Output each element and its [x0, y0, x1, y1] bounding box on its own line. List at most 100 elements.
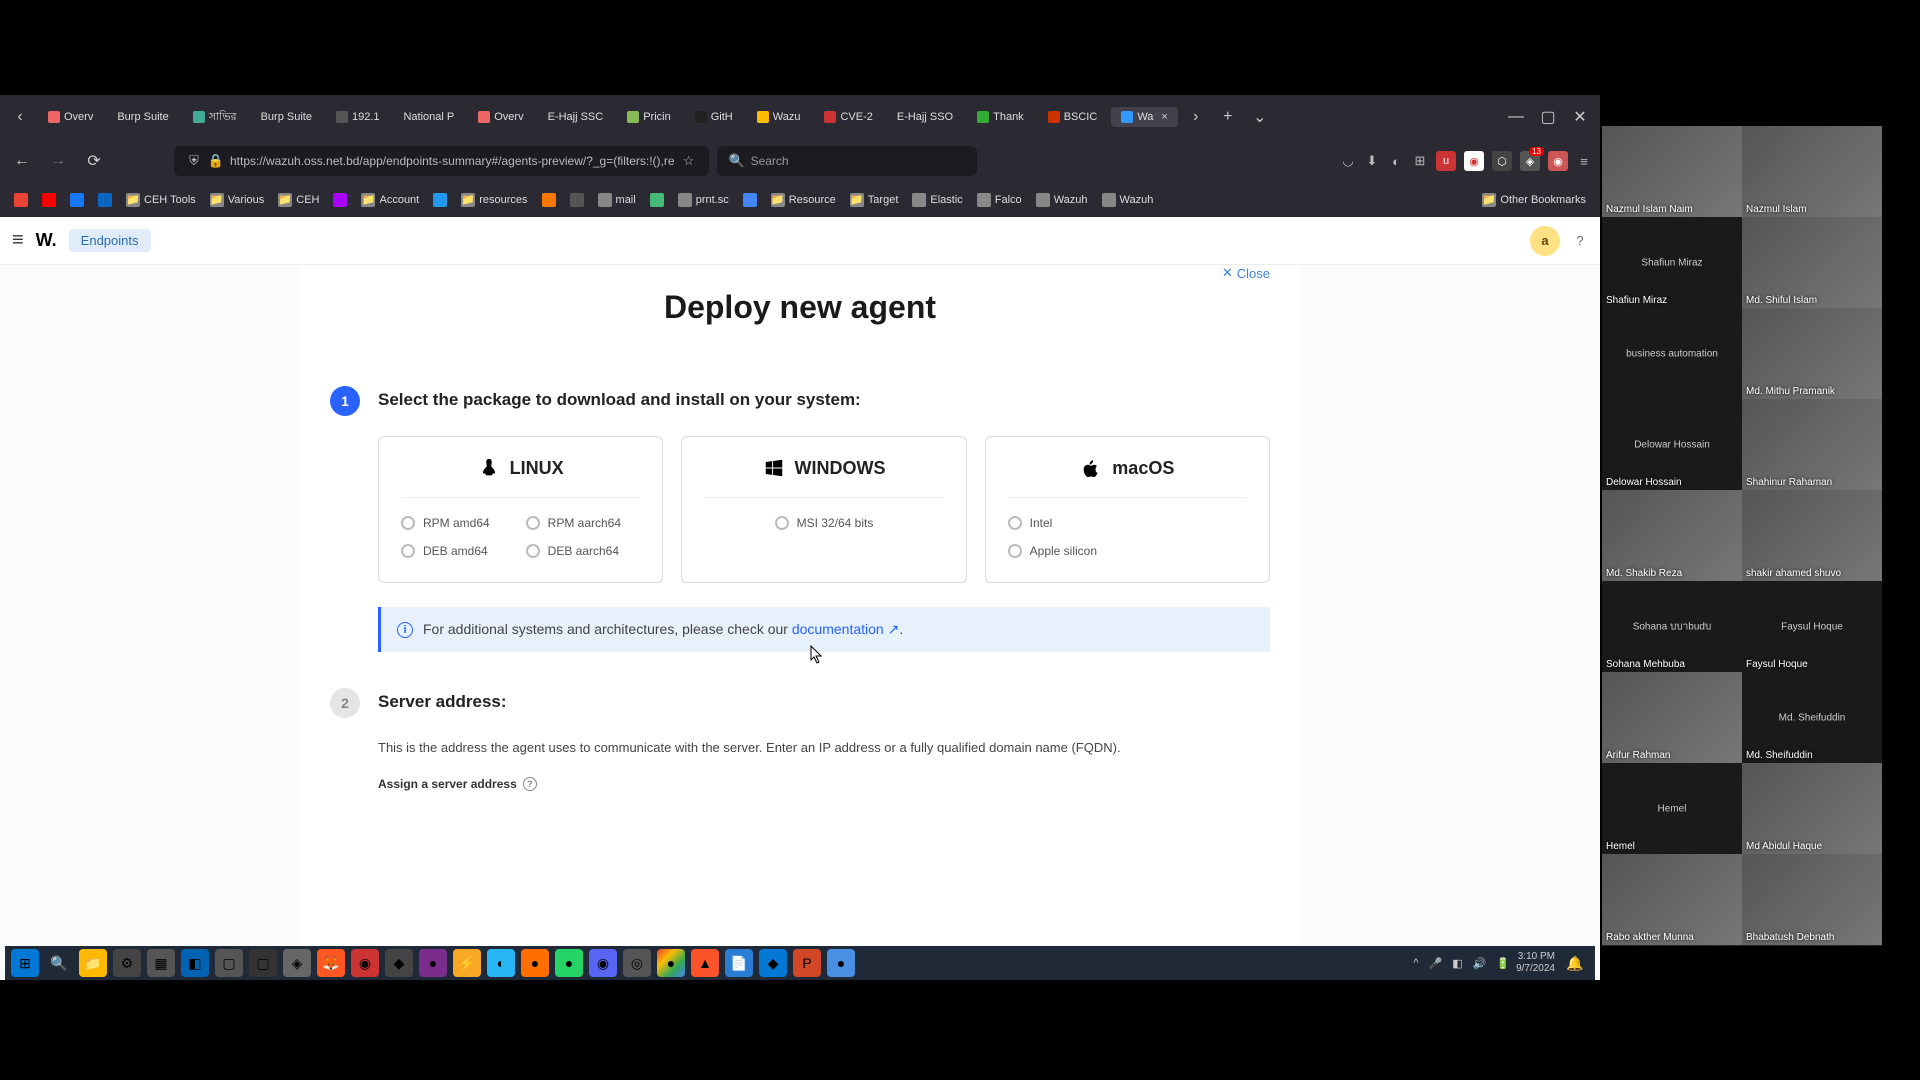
tray-icon[interactable]: ◧: [1452, 957, 1462, 970]
bookmark[interactable]: [94, 191, 116, 209]
app-icon[interactable]: ◆: [759, 949, 787, 977]
maximize-button[interactable]: ▢: [1534, 103, 1562, 131]
participant-tile[interactable]: Rabo akther Munna: [1602, 854, 1742, 945]
ext-icon[interactable]: ⬡: [1492, 151, 1512, 171]
browser-tab[interactable]: Thank: [967, 107, 1034, 127]
radio-apple-silicon[interactable]: Apple silicon: [1008, 544, 1247, 558]
clock[interactable]: 3:10 PM 9/7/2024: [1516, 951, 1555, 975]
bookmark-folder[interactable]: 📁CEH Tools: [122, 191, 200, 209]
minimize-button[interactable]: —: [1502, 103, 1530, 131]
close-link[interactable]: ✕ Close: [1222, 265, 1270, 281]
menu-toggle-icon[interactable]: ≡: [12, 229, 24, 252]
bookmark[interactable]: mail: [594, 191, 640, 209]
explorer-icon[interactable]: 📁: [79, 949, 107, 977]
app-icon[interactable]: ▦: [147, 949, 175, 977]
app-icon[interactable]: ●: [827, 949, 855, 977]
close-window-button[interactable]: ✕: [1566, 103, 1594, 131]
search-button[interactable]: 🔍: [45, 949, 73, 977]
participant-tile[interactable]: Md. Shiful Islam: [1742, 217, 1882, 308]
radio-intel[interactable]: Intel: [1008, 516, 1247, 530]
participant-tile[interactable]: Md. Shakib Reza: [1602, 490, 1742, 581]
help-icon[interactable]: ?: [1572, 233, 1588, 249]
app-icon[interactable]: 📄: [725, 949, 753, 977]
bookmark[interactable]: [429, 191, 451, 209]
app-icon[interactable]: ◉: [351, 949, 379, 977]
browser-tab[interactable]: সাভির: [183, 104, 247, 131]
downloads-icon[interactable]: ⬇: [1364, 153, 1380, 169]
browser-tab[interactable]: Burp Suite: [251, 107, 322, 127]
participant-tile[interactable]: Arifur Rahman: [1602, 672, 1742, 763]
radio-msi[interactable]: MSI 32/64 bits: [775, 516, 874, 530]
bookmark-folder[interactable]: 📁Target: [846, 191, 903, 209]
ublock-icon[interactable]: u: [1436, 151, 1456, 171]
ext-icon[interactable]: ◉: [1464, 151, 1484, 171]
app-icon[interactable]: ◐: [487, 949, 515, 977]
participant-tile[interactable]: business automation: [1602, 308, 1742, 399]
radio-deb-aarch64[interactable]: DEB aarch64: [526, 544, 641, 558]
documentation-link[interactable]: documentation ↗: [792, 621, 899, 637]
bookmark[interactable]: Falco: [973, 191, 1026, 209]
tab-back-button[interactable]: ‹: [6, 103, 34, 131]
participant-tile[interactable]: Delowar HossainDelowar Hossain: [1602, 399, 1742, 490]
radio-rpm-aarch64[interactable]: RPM aarch64: [526, 516, 641, 530]
forward-button[interactable]: →: [44, 147, 72, 175]
bookmark-folder[interactable]: 📁CEH: [274, 191, 323, 209]
star-icon[interactable]: ☆: [681, 153, 697, 169]
browser-tab[interactable]: Burp Suite: [107, 107, 178, 127]
url-input[interactable]: ⛨ 🔒 https://wazuh.oss.net.bd/app/endpoin…: [174, 146, 709, 176]
menu-icon[interactable]: ≡: [1576, 153, 1592, 169]
other-bookmarks[interactable]: 📁Other Bookmarks: [1478, 191, 1590, 209]
participant-tile[interactable]: Md. SheifuddinMd. Sheifuddin: [1742, 672, 1882, 763]
user-avatar[interactable]: a: [1530, 226, 1560, 256]
bookmark[interactable]: [10, 191, 32, 209]
volume-icon[interactable]: 🔊: [1473, 957, 1487, 970]
participant-tile[interactable]: Nazmul Islam Naim: [1602, 126, 1742, 217]
start-button[interactable]: ⊞: [11, 949, 39, 977]
app-icon[interactable]: ▢: [249, 949, 277, 977]
participant-tile[interactable]: Shafiun MirazShafiun Miraz: [1602, 217, 1742, 308]
radio-rpm-amd64[interactable]: RPM amd64: [401, 516, 516, 530]
app-icon[interactable]: ◧: [181, 949, 209, 977]
app-icon[interactable]: ●: [419, 949, 447, 977]
app-icon[interactable]: ◈: [283, 949, 311, 977]
participant-tile[interactable]: Md. Mithu Pramanik: [1742, 308, 1882, 399]
browser-tab[interactable]: Wazu: [747, 107, 811, 127]
bookmark-folder[interactable]: 📁Various: [206, 191, 268, 209]
participant-tile[interactable]: Bhabatush Debnath: [1742, 854, 1882, 945]
bookmark[interactable]: [566, 191, 588, 209]
browser-tab[interactable]: E-Hajj SSC: [538, 107, 614, 127]
participant-tile[interactable]: HemelHemel: [1602, 763, 1742, 854]
bookmark-folder[interactable]: 📁resources: [457, 191, 531, 209]
app-icon[interactable]: ⚡: [453, 949, 481, 977]
whatsapp-icon[interactable]: ●: [555, 949, 583, 977]
firefox-icon[interactable]: 🦊: [317, 949, 345, 977]
system-tray[interactable]: ^ 🎤 ◧ 🔊 🔋: [1413, 957, 1510, 970]
pocket-icon[interactable]: ◡: [1340, 153, 1356, 169]
ext-icon[interactable]: ◉: [1548, 151, 1568, 171]
bookmark[interactable]: Elastic: [908, 191, 966, 209]
close-tab-icon[interactable]: ×: [1161, 111, 1167, 123]
all-tabs-button[interactable]: ⌄: [1246, 103, 1274, 131]
bookmark[interactable]: [66, 191, 88, 209]
radio-deb-amd64[interactable]: DEB amd64: [401, 544, 516, 558]
bookmark[interactable]: Wazuh: [1098, 191, 1158, 209]
browser-tab-active[interactable]: Wa×: [1111, 107, 1178, 127]
browser-tab[interactable]: E-Hajj SSO: [887, 107, 963, 127]
app-icon[interactable]: ◎: [623, 949, 651, 977]
bookmark[interactable]: [538, 191, 560, 209]
powerpoint-icon[interactable]: P: [793, 949, 821, 977]
app-icon[interactable]: ●: [521, 949, 549, 977]
bookmark-folder[interactable]: 📁Account: [357, 191, 423, 209]
tab-forward-button[interactable]: ›: [1182, 103, 1210, 131]
participant-tile[interactable]: Shahinur Rahaman: [1742, 399, 1882, 490]
bookmark[interactable]: prnt.sc: [674, 191, 733, 209]
mic-icon[interactable]: 🎤: [1429, 957, 1443, 970]
settings-icon[interactable]: ⚙: [113, 949, 141, 977]
browser-tab[interactable]: GitH: [685, 107, 743, 127]
new-tab-button[interactable]: +: [1214, 103, 1242, 131]
nav-pill-endpoints[interactable]: Endpoints: [69, 229, 151, 252]
search-input[interactable]: 🔍 Search: [717, 146, 977, 176]
participant-tile[interactable]: Faysul HoqueFaysul Hoque: [1742, 581, 1882, 672]
notifications-icon[interactable]: 🔔: [1561, 949, 1589, 977]
app-logo[interactable]: W.: [36, 230, 57, 251]
